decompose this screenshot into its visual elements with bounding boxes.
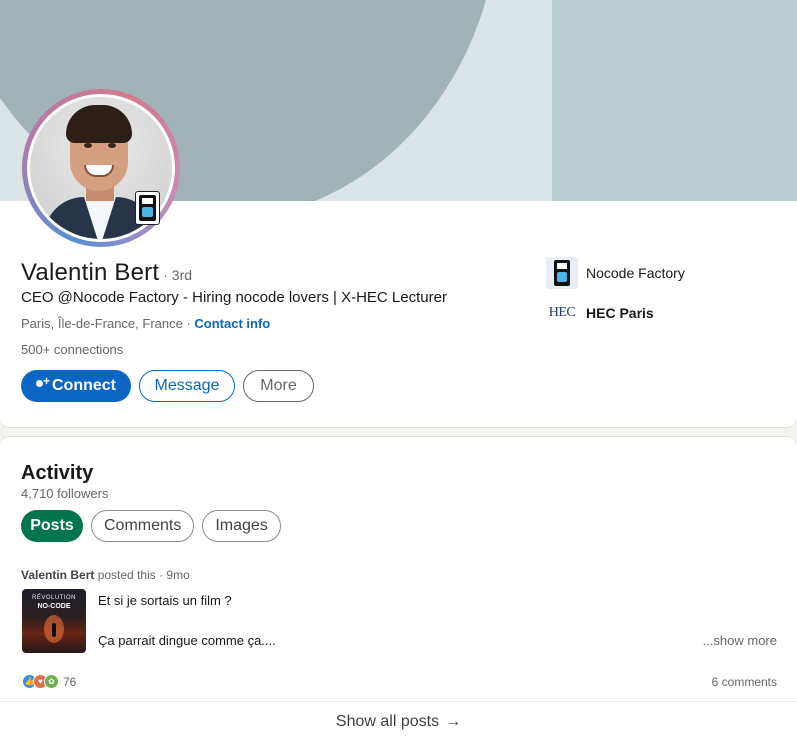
school-name: HEC Paris — [586, 305, 654, 321]
add-person-icon — [36, 374, 50, 393]
divider — [0, 701, 797, 702]
profile-actions: Connect Message More — [21, 370, 314, 402]
nocode-factory-logo-icon — [546, 257, 578, 289]
reaction-count: 76 — [63, 674, 77, 689]
activity-title: Activity — [21, 462, 94, 484]
post-text-line1[interactable]: Et si je sortais un film ? — [98, 593, 232, 608]
arrow-right-icon: → — [445, 713, 462, 730]
activity-tabs: Posts Comments Images — [21, 510, 281, 542]
activity-section: Activity 4,710 followers Posts Comments … — [0, 436, 797, 739]
support-reaction-icon: ✿ — [44, 674, 59, 689]
tab-posts[interactable]: Posts — [21, 510, 83, 542]
reactions-summary[interactable]: 👍 ♥ ✿ 76 — [22, 674, 76, 689]
current-company-item[interactable]: Nocode Factory — [546, 257, 685, 289]
post-thumbnail[interactable]: RÉVOLUTION NO-CODE — [22, 589, 86, 653]
hec-paris-logo-icon: HEC — [548, 305, 576, 320]
connect-button[interactable]: Connect — [21, 370, 131, 402]
more-button[interactable]: More — [243, 370, 314, 402]
banner-shape-right — [552, 0, 797, 201]
followers-count: 4,710 followers — [21, 486, 109, 501]
company-name: Nocode Factory — [586, 265, 685, 281]
experience-education-list: Nocode Factory HEC HEC Paris — [546, 257, 685, 337]
show-all-posts-button[interactable]: Show all posts → — [0, 713, 797, 731]
tab-images[interactable]: Images — [202, 510, 281, 542]
profile-top-card: Valentin Bert · 3rd CEO @Nocode Factory … — [0, 0, 797, 428]
name-row: Valentin Bert · 3rd — [21, 259, 192, 287]
comments-count[interactable]: 6 comments — [712, 675, 777, 689]
tab-comments[interactable]: Comments — [91, 510, 195, 542]
contact-info-link[interactable]: Contact info — [194, 316, 270, 331]
profile-headline: CEO @Nocode Factory - Hiring nocode love… — [21, 289, 447, 306]
company-badge-icon — [135, 191, 160, 225]
post-meta: Valentin Bert posted this · 9mo — [21, 568, 190, 582]
post-author[interactable]: Valentin Bert — [21, 568, 94, 582]
education-item[interactable]: HEC HEC Paris — [546, 297, 685, 329]
message-button[interactable]: Message — [139, 370, 235, 402]
profile-name: Valentin Bert — [21, 259, 160, 286]
connections-count[interactable]: 500+ connections — [21, 342, 123, 357]
location-row: Paris, Île-de-France, France · Contact i… — [21, 316, 271, 331]
profile-location: Paris, Île-de-France, France — [21, 316, 183, 331]
connection-degree: · 3rd — [163, 267, 193, 283]
show-more-link[interactable]: ...show more — [703, 633, 777, 648]
post-text-line2[interactable]: Ça parrait dingue comme ça.... — [98, 633, 276, 648]
